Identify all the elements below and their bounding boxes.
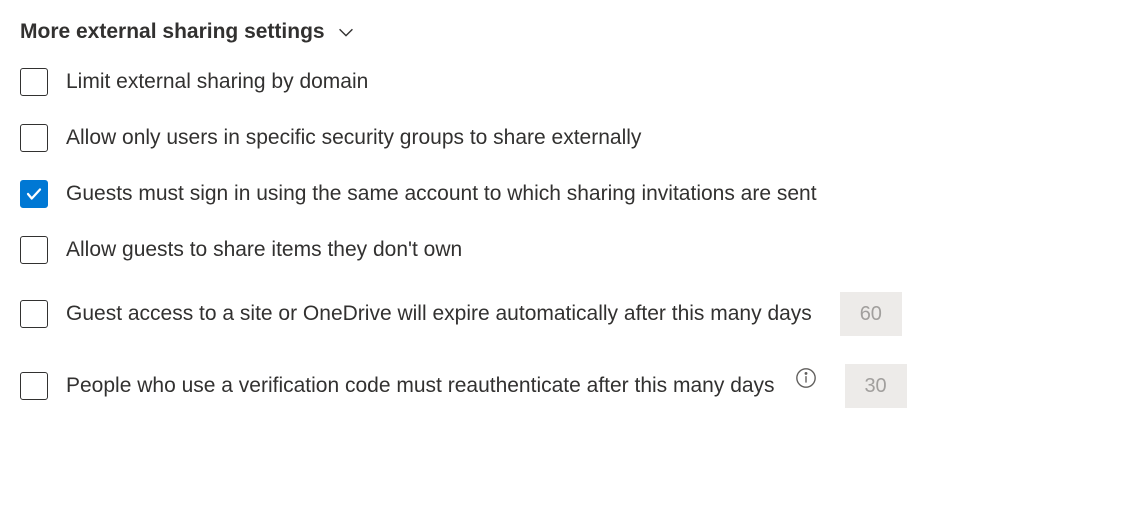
label-limit-domain: Limit external sharing by domain [66, 70, 368, 94]
setting-limit-domain: Limit external sharing by domain [20, 68, 1120, 96]
label-guests-share: Allow guests to share items they don't o… [66, 238, 462, 262]
section-title: More external sharing settings [20, 20, 325, 44]
checkbox-guest-expire[interactable] [20, 300, 48, 328]
checkbox-guests-share[interactable] [20, 236, 48, 264]
chevron-down-icon [335, 21, 357, 43]
label-guests-same-account: Guests must sign in using the same accou… [66, 182, 817, 206]
verification-reauth-days-input[interactable]: 30 [845, 364, 907, 408]
label-security-groups: Allow only users in specific security gr… [66, 126, 641, 150]
setting-guests-share: Allow guests to share items they don't o… [20, 236, 1120, 264]
check-icon [25, 185, 43, 203]
setting-guest-expire: Guest access to a site or OneDrive will … [20, 292, 1120, 336]
setting-guests-same-account: Guests must sign in using the same accou… [20, 180, 1120, 208]
info-icon[interactable] [795, 367, 817, 389]
checkbox-verification-reauth[interactable] [20, 372, 48, 400]
setting-security-groups: Allow only users in specific security gr… [20, 124, 1120, 152]
checkbox-limit-domain[interactable] [20, 68, 48, 96]
setting-verification-reauth: People who use a verification code must … [20, 364, 1120, 408]
label-guest-expire: Guest access to a site or OneDrive will … [66, 302, 812, 326]
guest-expire-days-input[interactable]: 60 [840, 292, 902, 336]
checkbox-security-groups[interactable] [20, 124, 48, 152]
label-verification-reauth: People who use a verification code must … [66, 374, 775, 398]
checkbox-guests-same-account[interactable] [20, 180, 48, 208]
settings-list: Limit external sharing by domain Allow o… [20, 68, 1120, 408]
section-header-toggle[interactable]: More external sharing settings [20, 20, 1120, 44]
